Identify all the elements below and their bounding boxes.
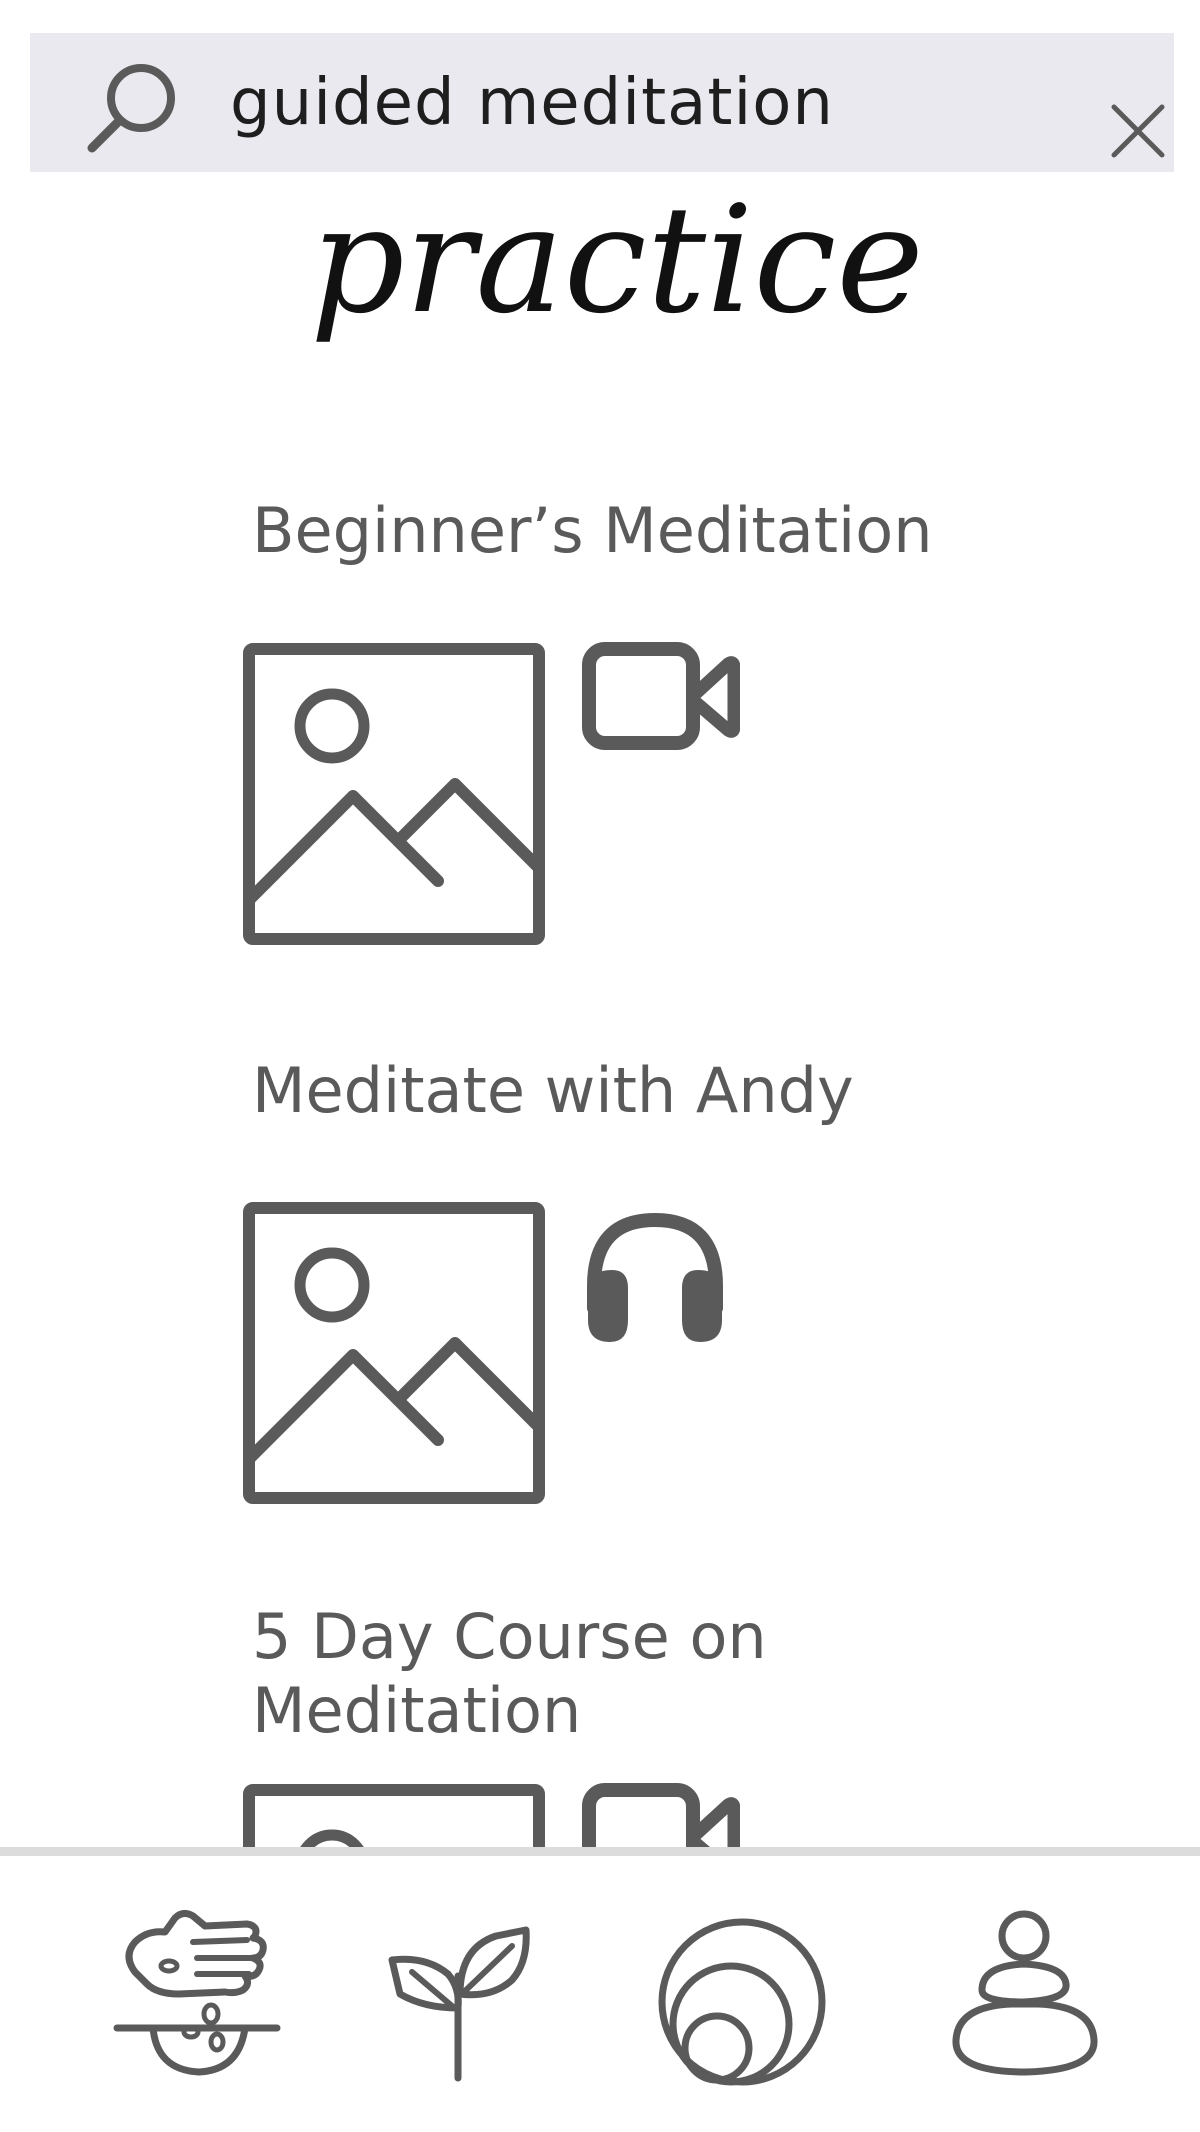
headphones-icon <box>580 1208 740 1348</box>
nav-divider <box>0 1847 1200 1856</box>
concentric-circles-icon[interactable] <box>657 1908 827 2088</box>
image-placeholder-icon[interactable] <box>243 643 545 945</box>
hand-seeds-icon[interactable] <box>113 1908 283 2088</box>
video-camera-icon <box>580 640 740 780</box>
meditating-person-icon[interactable] <box>942 1908 1112 2088</box>
page-title: practice <box>310 174 924 346</box>
sprout-icon[interactable] <box>376 1908 546 2088</box>
image-placeholder-icon[interactable] <box>243 1784 545 1847</box>
results-list: practice Beginner’s Meditation Meditate … <box>0 0 1200 1847</box>
bottom-nav <box>0 1856 1200 2132</box>
image-placeholder-icon[interactable] <box>243 1202 545 1504</box>
result-title[interactable]: 5 Day Course on Meditation <box>252 1600 872 1748</box>
video-camera-icon <box>580 1781 740 1847</box>
result-title[interactable]: Beginner’s Meditation <box>252 494 1052 568</box>
result-title[interactable]: Meditate with Andy <box>252 1054 1052 1128</box>
